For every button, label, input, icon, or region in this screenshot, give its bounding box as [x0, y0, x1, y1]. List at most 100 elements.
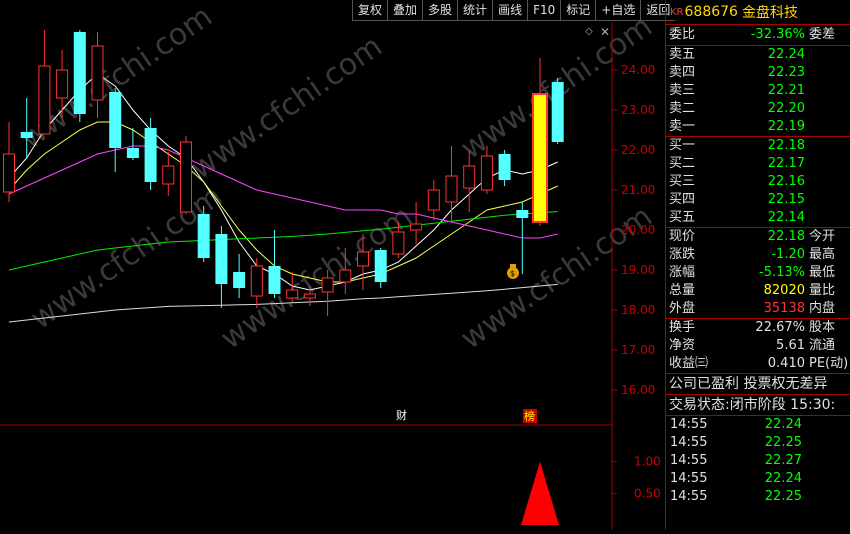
candle[interactable]	[162, 152, 175, 196]
candle[interactable]	[445, 146, 458, 222]
y-tick-label: 18.00	[621, 303, 655, 317]
candle[interactable]	[38, 30, 51, 135]
ask-row: 卖四 22.23	[666, 64, 850, 82]
candle[interactable]	[498, 150, 511, 186]
ask-price: 22.19	[767, 119, 805, 134]
stat-label: 现价	[669, 229, 696, 244]
candle[interactable]	[109, 88, 122, 172]
draw-line-button[interactable]: 画线	[492, 0, 528, 21]
stat-row: 外盘 35138 内盘	[666, 300, 850, 318]
candle[interactable]	[551, 78, 564, 144]
fundamental-label-2: 股本	[809, 320, 836, 335]
candle[interactable]	[427, 180, 440, 220]
bid-row: 买二 22.17	[666, 155, 850, 173]
stat-row: 涨幅 -5.13% 最低	[666, 264, 850, 282]
tick-row: 14:55 22.25	[666, 434, 850, 452]
indicator-tick-label: 0.50	[634, 486, 661, 500]
ask-price: 22.20	[767, 101, 805, 116]
exchange-tag: KR	[670, 6, 684, 18]
bid-row: 买四 22.15	[666, 191, 850, 209]
add-watchlist-button[interactable]: +自选	[595, 0, 641, 21]
ask-row: 卖二 22.20	[666, 100, 850, 118]
price-stats: 现价 22.18 今开 涨跌 -1.20 最高 涨幅 -5.13% 最低 总量 82020 量比…	[666, 228, 850, 319]
stat-label-2: 量比	[809, 283, 836, 298]
stock-header: KR 688676 金盘科技	[666, 0, 850, 25]
tick-time: 14:55	[670, 453, 708, 468]
stat-label-2: 内盘	[809, 301, 836, 316]
y-tick-label: 24.00	[621, 63, 655, 77]
stat-value: 82020	[763, 283, 805, 298]
fundamental-value: 22.67%	[755, 320, 805, 335]
candle[interactable]	[268, 230, 281, 298]
stat-value: -1.20	[771, 247, 805, 262]
ask-label: 卖五	[669, 47, 696, 62]
tick-time: 14:55	[670, 435, 708, 450]
kline-chart[interactable]: www.cfchi.com www.cfchi.com www.cfchi.co…	[0, 0, 665, 530]
restore-rights-button[interactable]: 复权	[352, 0, 388, 21]
ask-label: 卖三	[669, 83, 696, 98]
quote-panel: KR 688676 金盘科技 委比 -32.36% 委差 卖五 22.24 卖四 2…	[665, 0, 850, 530]
ask-label: 卖一	[669, 119, 696, 134]
stock-name[interactable]: 金盘科技	[742, 2, 798, 22]
diamond-icon[interactable]: ◇	[585, 26, 593, 37]
indicator-spike	[521, 461, 559, 525]
fundamental-label: 收益㈢	[669, 356, 709, 371]
statistics-button[interactable]: 统计	[457, 0, 493, 21]
finance-event-label[interactable]: 财	[396, 408, 407, 422]
commission-diff-label: 委差	[809, 27, 836, 42]
bid-label: 买五	[669, 210, 696, 225]
stat-label: 外盘	[669, 301, 696, 316]
y-tick-label: 17.00	[621, 343, 655, 357]
multi-stock-button[interactable]: 多股	[422, 0, 458, 21]
tick-row: 14:55 22.27	[666, 452, 850, 470]
y-tick-label: 19.00	[621, 263, 655, 277]
fundamental-label: 净资	[669, 338, 696, 353]
candle[interactable]	[215, 226, 228, 308]
stock-code[interactable]: 688676	[685, 4, 738, 20]
kline-chart-area[interactable]: www.cfchi.com www.cfchi.com www.cfchi.co…	[0, 0, 676, 530]
fundamental-row: 换手 22.67% 股本	[666, 319, 850, 337]
bid-price: 22.16	[767, 174, 805, 189]
candle[interactable]	[3, 122, 15, 202]
candle[interactable]	[374, 248, 387, 288]
chart-toolbar: 复权 叠加 多股 统计 画线 F10 标记 +自选 返回	[352, 0, 676, 21]
candle[interactable]	[180, 136, 192, 214]
ask-price: 22.21	[767, 83, 805, 98]
watermark: www.cfchi.com	[215, 199, 419, 357]
y-tick-label: 16.00	[621, 383, 655, 397]
commission-ratio-section: 委比 -32.36% 委差	[666, 25, 850, 46]
candle[interactable]	[197, 206, 210, 262]
bid-price: 22.18	[767, 138, 805, 153]
fundamental-label-2: PE(动)	[809, 356, 849, 371]
ask-book: 卖五 22.24 卖四 22.23 卖三 22.21 卖二 22.20 卖一 22.19	[666, 46, 850, 137]
candle[interactable]	[144, 118, 157, 190]
indicator-panel: 1.00 0.50	[521, 455, 661, 525]
fundamental-label: 换手	[669, 320, 696, 335]
tick-row: 14:55 22.24	[666, 470, 850, 488]
svg-text:$: $	[510, 269, 515, 278]
y-tick-label: 22.00	[621, 143, 655, 157]
close-icon[interactable]: ✕	[600, 25, 610, 39]
candle[interactable]	[73, 30, 86, 122]
tick-price: 22.25	[764, 435, 802, 450]
trade-status: 交易状态:闭市阶段 15:30:	[666, 395, 850, 416]
tick-row: 14:55 22.24	[666, 416, 850, 434]
stat-label: 涨幅	[669, 265, 696, 280]
ask-price: 22.23	[767, 65, 805, 80]
money-bag-icon[interactable]: $	[507, 264, 519, 279]
ask-price: 22.24	[767, 47, 805, 62]
tick-time: 14:55	[670, 471, 708, 486]
trade-status-text: 交易状态:闭市阶段 15:30:	[669, 397, 836, 413]
mark-button[interactable]: 标记	[560, 0, 596, 21]
stat-label-2: 最高	[809, 247, 836, 262]
stat-value: -5.13%	[759, 265, 805, 280]
stat-label-2: 最低	[809, 265, 836, 280]
rank-event-label[interactable]: 榜	[524, 409, 535, 423]
candle[interactable]	[233, 254, 246, 298]
y-tick-label: 23.00	[621, 103, 655, 117]
f10-button[interactable]: F10	[527, 0, 561, 21]
overlay-button[interactable]: 叠加	[387, 0, 423, 21]
commission-ratio-label: 委比	[669, 27, 696, 42]
ask-row: 卖三 22.21	[666, 82, 850, 100]
bid-price: 22.14	[767, 210, 805, 225]
